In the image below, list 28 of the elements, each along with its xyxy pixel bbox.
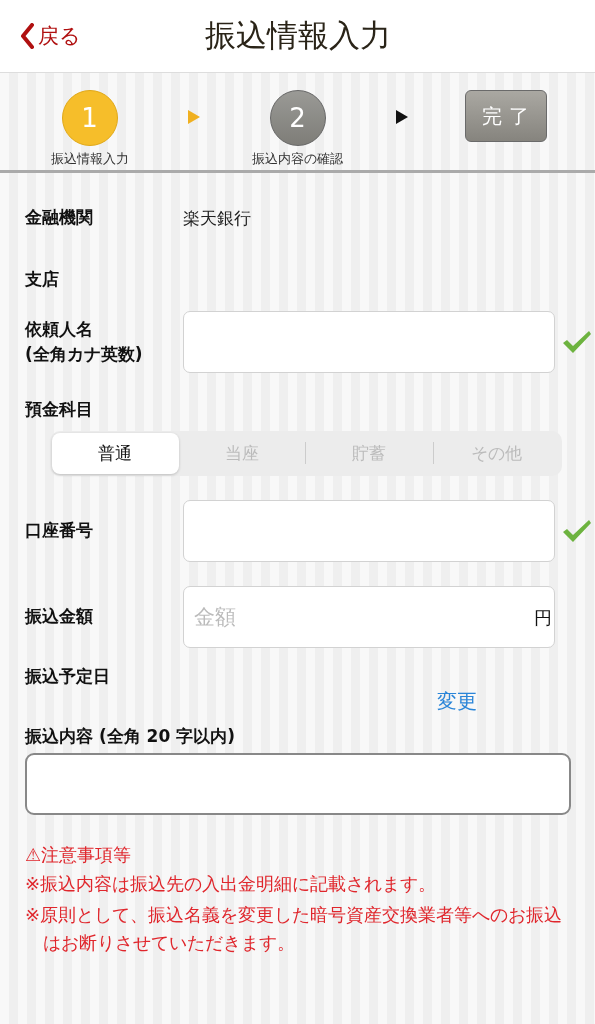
step-number: 1 bbox=[61, 90, 118, 146]
chevron-left-icon bbox=[20, 23, 34, 49]
field-label: 金融機関 bbox=[25, 206, 94, 230]
step-number: 2 bbox=[269, 90, 326, 146]
arrow-right-icon bbox=[395, 110, 408, 124]
text-area[interactable] bbox=[25, 753, 571, 815]
field-label: 振込金額 bbox=[25, 604, 94, 628]
field-value: 楽天銀行 bbox=[183, 206, 251, 230]
notice-text: ※振込内容は振込先の入出金明細に記載されます。 bbox=[25, 872, 438, 896]
field-label: 預金科目 bbox=[25, 399, 93, 419]
back-button[interactable]: 戻る bbox=[0, 22, 81, 50]
field-label: 依頼人名 (全角カナ英数) bbox=[25, 317, 144, 366]
field-label: 口座番号 bbox=[25, 518, 94, 542]
page-title: 振込情報入力 bbox=[204, 16, 391, 55]
input-field[interactable] bbox=[183, 499, 555, 562]
notice-title: ⚠注意事項等 bbox=[25, 843, 133, 867]
arrow-right-icon bbox=[187, 110, 200, 124]
unit-label: 円 bbox=[534, 605, 552, 630]
field-label: 支店 bbox=[25, 268, 60, 292]
field-label: 振込予定日 bbox=[25, 664, 111, 688]
step-label: 振込情報入力 bbox=[50, 150, 129, 168]
segment-option[interactable]: 普通 bbox=[52, 432, 179, 474]
field-label: 振込内容 (全角 20 字以内) bbox=[25, 724, 236, 748]
notice-text: ※原則として、振込名義を変更した暗号資産交換業者等へのお振込はお断りさせていただきます。 bbox=[25, 902, 564, 955]
input-field[interactable] bbox=[183, 311, 555, 373]
change-link[interactable]: 変更 bbox=[437, 687, 477, 715]
step-label: 振込内容の確認 bbox=[252, 150, 343, 168]
step-complete-badge: 完 了 bbox=[464, 90, 547, 142]
